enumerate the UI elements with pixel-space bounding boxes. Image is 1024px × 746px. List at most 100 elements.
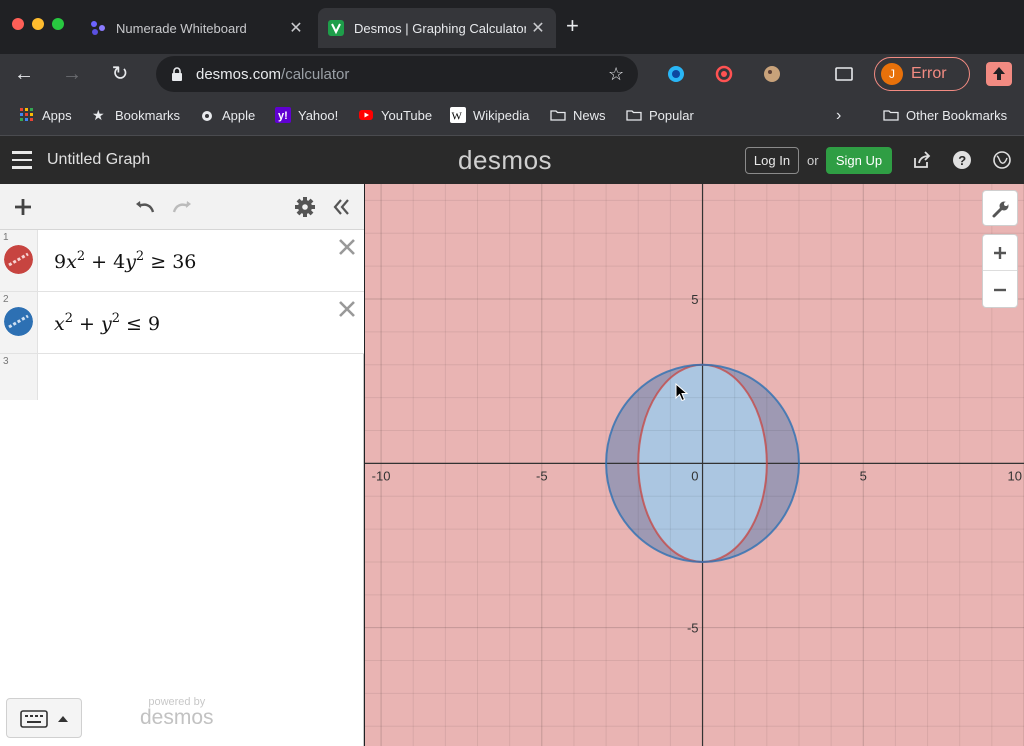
new-expression-row[interactable]: 3 [0,354,364,400]
expression-gutter: 2 [0,292,38,353]
zoom-out-button[interactable] [983,272,1017,308]
expression-math[interactable]: 9x2 + 4y2 ≥ 36 [54,249,196,273]
bookmark-yahoo[interactable]: y! Yahoo! [275,107,338,123]
yahoo-icon: y! [275,107,291,123]
desmos-logo: desmos [458,145,553,175]
lock-icon [172,67,182,81]
menu-hamburger-icon[interactable] [12,151,32,169]
graph-settings-button[interactable] [982,190,1018,226]
bookmark-label: Apps [42,107,72,123]
bookmark-label: Yahoo! [298,107,339,123]
extension-icon[interactable] [666,64,686,84]
bookmark-label: YouTube [381,107,433,123]
powered-by-logo: desmos [140,706,214,729]
powered-by-desmos: powered by desmos [140,696,214,728]
bookmark-news[interactable]: News [550,107,606,123]
desmos-header: Untitled Graph desmos Log In or Sign Up … [0,136,1024,184]
maximize-window-button[interactable] [52,18,64,30]
reload-button[interactable]: ↻ [106,60,134,88]
bookmark-label: Wikipedia [473,107,530,123]
minus-icon [994,288,1006,292]
bookmark-popular[interactable]: Popular [626,107,694,123]
bookmark-wikipedia[interactable]: W Wikipedia [450,107,529,123]
graph-title[interactable]: Untitled Graph [47,151,150,169]
expression-index: 3 [3,356,9,367]
desmos-icon [328,20,344,36]
tab-numerade[interactable]: Numerade Whiteboard ✕ [80,8,314,48]
minimize-window-button[interactable] [32,18,44,30]
add-item-icon[interactable] [11,195,35,219]
x-tick-label: -10 [372,468,391,483]
extension-icon[interactable] [762,64,782,84]
bookmark-youtube[interactable]: YouTube [358,107,432,123]
expression-index: 1 [3,232,9,243]
bookmark-other[interactable]: Other Bookmarks [883,107,1007,123]
gear-icon[interactable] [293,195,317,219]
forward-button[interactable]: → [58,60,86,88]
color-toggle-icon[interactable] [4,245,33,274]
profile-error-button[interactable]: J Error [874,57,970,91]
bookmark-bookmarks[interactable]: ★ Bookmarks [92,107,180,123]
svg-text:?: ? [958,153,966,168]
cast-icon[interactable] [834,64,854,84]
or-text: or [807,153,819,168]
share-icon[interactable] [912,150,932,170]
delete-expression-icon[interactable] [336,298,358,320]
update-icon[interactable] [986,62,1012,86]
tab-desmos[interactable]: Desmos | Graphing Calculator ✕ [318,8,556,48]
delete-expression-icon[interactable] [336,236,358,258]
url-domain: desmos.com [196,65,282,83]
y-tick-label: -5 [687,621,699,636]
new-tab-button[interactable]: + [566,14,579,38]
x-tick-label: 5 [860,468,867,483]
redo-icon[interactable] [170,195,194,219]
zoom-controls [982,234,1018,308]
signup-button[interactable]: Sign Up [826,147,892,174]
tab-title: Desmos | Graphing Calculator [354,20,526,36]
folder-icon [883,110,899,121]
address-toolbar: ← → ↻ desmos.com/calculator ☆ J Error [0,54,1024,94]
back-button[interactable]: ← [10,60,38,88]
login-button[interactable]: Log In [745,147,799,174]
bookmark-star-icon[interactable]: ☆ [608,64,638,85]
avatar: J [881,63,903,85]
expression-index: 2 [3,294,9,305]
url-path: /calculator [281,65,350,83]
plus-icon [994,247,1006,259]
undo-icon[interactable] [133,195,157,219]
expression-math[interactable]: x2 + y2 ≤ 9 [54,311,160,335]
wikipedia-icon: W [450,107,466,123]
collapse-panel-icon[interactable] [329,195,353,219]
expression-gutter: 1 [0,230,38,291]
browser-tab-bar: Numerade Whiteboard ✕ Desmos | Graphing … [0,0,1024,54]
keyboard-icon [20,710,48,728]
more-bookmarks-chevron-icon[interactable]: › [836,107,841,125]
expression-gutter: 3 [0,354,38,400]
bookmark-apple[interactable]: Apple [199,107,255,123]
address-bar[interactable]: desmos.com/calculator ☆ [156,56,638,92]
extension-icon[interactable] [714,64,734,84]
keyboard-toggle-button[interactable] [6,698,82,738]
profile-status: Error [911,65,947,82]
close-tab-icon[interactable]: ✕ [284,18,308,38]
help-icon[interactable]: ? [952,150,972,170]
expression-row[interactable]: 2 x2 + y2 ≤ 9 [0,292,364,354]
numerade-icon [91,21,105,35]
close-tab-icon[interactable]: ✕ [526,18,550,38]
folder-icon [550,110,566,121]
x-tick-label: 0 [691,468,698,483]
expression-list: 1 9x2 + 4y2 ≥ 36 2 x2 + y2 ≤ 9 3 powered [0,184,364,746]
close-window-button[interactable] [12,18,24,30]
bookmark-label: Popular [649,107,694,123]
bookmark-label: Other Bookmarks [906,107,1008,123]
globe-icon[interactable] [992,150,1012,170]
youtube-icon [359,110,373,120]
expression-row[interactable]: 1 9x2 + 4y2 ≥ 36 [0,230,364,292]
zoom-in-button[interactable] [983,235,1017,271]
color-toggle-icon[interactable] [4,307,33,336]
url-text: desmos.com/calculator [196,66,608,83]
bookmark-apps[interactable]: Apps [19,107,72,123]
graph-canvas[interactable]: -10 -5 0 5 10 5 -5 [365,184,1024,746]
svg-text:W: W [452,111,463,123]
graph-paper[interactable]: -10 -5 0 5 10 5 -5 [365,184,1024,746]
